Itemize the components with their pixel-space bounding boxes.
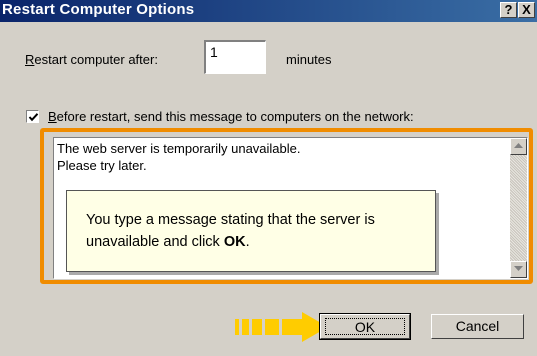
instruction-callout: You type a message stating that the serv… [66, 190, 436, 272]
title-bar: Restart Computer Options ? X [0, 0, 537, 22]
message-line-2: Please try later. [57, 158, 147, 173]
close-button[interactable]: X [518, 2, 535, 18]
ok-button[interactable]: OK [319, 313, 411, 340]
send-message-label[interactable]: Before restart, send this message to com… [48, 109, 414, 124]
arrow-down-icon [514, 266, 523, 271]
arrow-up-icon [514, 143, 523, 148]
scroll-up-button[interactable] [510, 138, 527, 155]
pointer-arrow-icon [235, 312, 328, 342]
window-title: Restart Computer Options [2, 1, 195, 18]
minutes-label: minutes [286, 52, 332, 67]
restart-after-label: Restart computer after: [25, 52, 158, 67]
scroll-down-button[interactable] [510, 261, 527, 278]
ok-button-label: OK [325, 318, 405, 335]
checkmark-icon [28, 113, 39, 122]
minutes-input[interactable]: 1 [204, 40, 266, 74]
cancel-button[interactable]: Cancel [431, 314, 524, 339]
message-line-1: The web server is temporarily unavailabl… [57, 141, 301, 156]
callout-text: You type a message stating that the serv… [86, 212, 375, 250]
help-button[interactable]: ? [500, 2, 517, 18]
message-scrollbar[interactable] [510, 138, 527, 278]
send-message-checkbox[interactable] [26, 110, 39, 123]
